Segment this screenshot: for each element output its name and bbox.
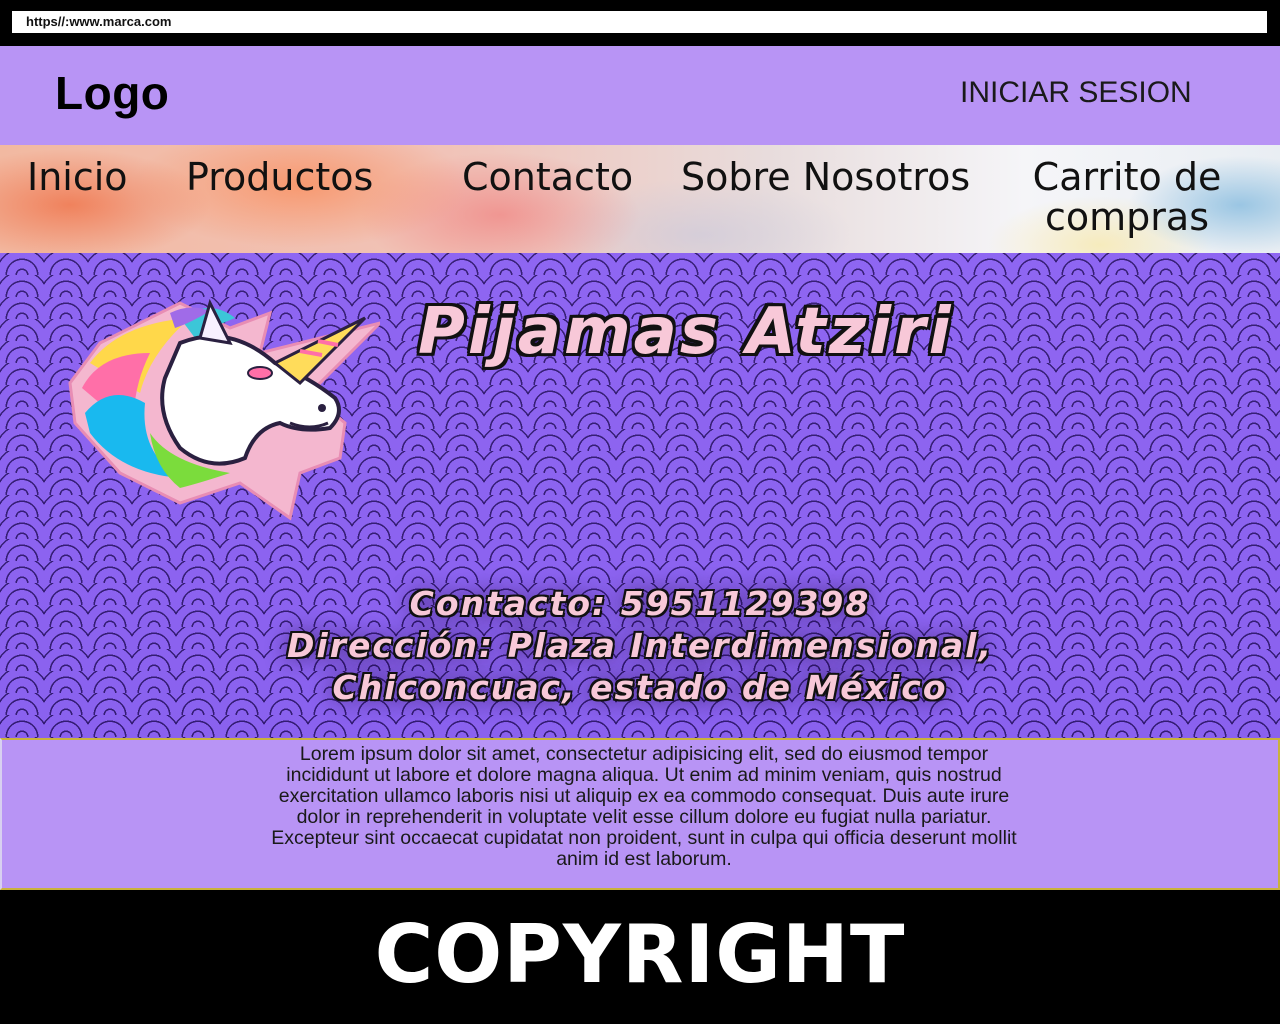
contact-address-line2: Chiconcuac, estado de México	[332, 668, 948, 707]
site-footer: COPYRIGHT	[0, 890, 1280, 1024]
lorem-paragraph: Lorem ipsum dolor sit amet, consectetur …	[271, 743, 1017, 870]
nav-item-carrito[interactable]: Carrito de compras	[1022, 157, 1232, 237]
hero-banner: Pijamas Atziri Contacto: 5951129398 Dire…	[0, 253, 1280, 738]
nav-item-contacto[interactable]: Contacto	[462, 157, 633, 197]
url-field[interactable]: https//:www.marca.com	[12, 11, 1267, 33]
unicorn-logo-icon	[68, 298, 380, 521]
contact-address-line1: Dirección: Plaza Interdimensional,	[286, 626, 993, 665]
nav-item-inicio[interactable]: Inicio	[27, 157, 128, 197]
copyright-text: COPYRIGHT	[374, 908, 906, 1001]
hero-title: Pijamas Atziri	[418, 295, 954, 369]
content-section: Lorem ipsum dolor sit amet, consectetur …	[0, 738, 1280, 890]
browser-address-bar: https//:www.marca.com	[0, 0, 1280, 46]
site-logo[interactable]: Logo	[55, 66, 169, 120]
contact-phone: Contacto: 5951129398	[409, 584, 871, 623]
main-navigation: Inicio Productos Contacto Sobre Nosotros…	[0, 145, 1280, 253]
nav-item-productos[interactable]: Productos	[186, 157, 373, 197]
site-header: Logo INICIAR SESION	[0, 46, 1280, 145]
nav-item-sobre-nosotros[interactable]: Sobre Nosotros	[681, 157, 970, 197]
login-link[interactable]: INICIAR SESION	[960, 76, 1192, 110]
hero-contact-info: Contacto: 5951129398 Dirección: Plaza In…	[0, 583, 1280, 709]
